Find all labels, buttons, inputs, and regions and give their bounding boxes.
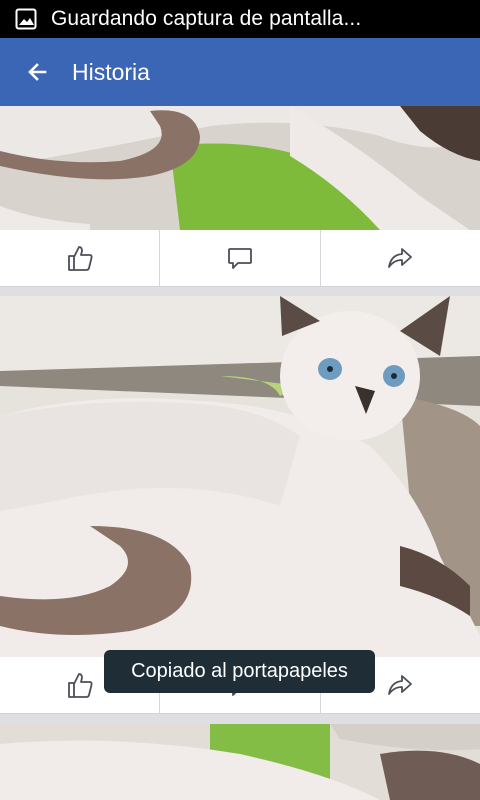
share-icon: [388, 675, 413, 695]
toast-text: Copiado al portapapeles: [131, 660, 348, 682]
siamese-kitten-photo: [0, 296, 480, 658]
status-bar: Guardando captura de pantalla...: [0, 0, 480, 38]
comment-button[interactable]: [159, 230, 319, 286]
post-photo[interactable]: [0, 724, 480, 800]
post-photo[interactable]: [0, 296, 480, 658]
post-photo[interactable]: [0, 106, 480, 230]
share-icon: [388, 248, 413, 268]
comment-icon: [228, 248, 252, 269]
post-action-bar: [0, 230, 480, 287]
image-icon: [15, 8, 37, 30]
like-icon: [67, 246, 93, 271]
toast-message: Copiado al portapapeles: [104, 650, 375, 693]
page-title: Historia: [72, 58, 150, 85]
siamese-kitten-photo: [0, 724, 480, 800]
status-notification-text: Guardando captura de pantalla...: [51, 7, 362, 30]
like-button[interactable]: [0, 230, 159, 286]
share-button[interactable]: [319, 230, 480, 286]
like-icon: [67, 673, 93, 698]
back-button[interactable]: [22, 57, 52, 87]
app-bar: Historia: [0, 38, 480, 106]
arrow-left-icon: [28, 63, 47, 81]
siamese-kitten-photo: [0, 106, 480, 230]
